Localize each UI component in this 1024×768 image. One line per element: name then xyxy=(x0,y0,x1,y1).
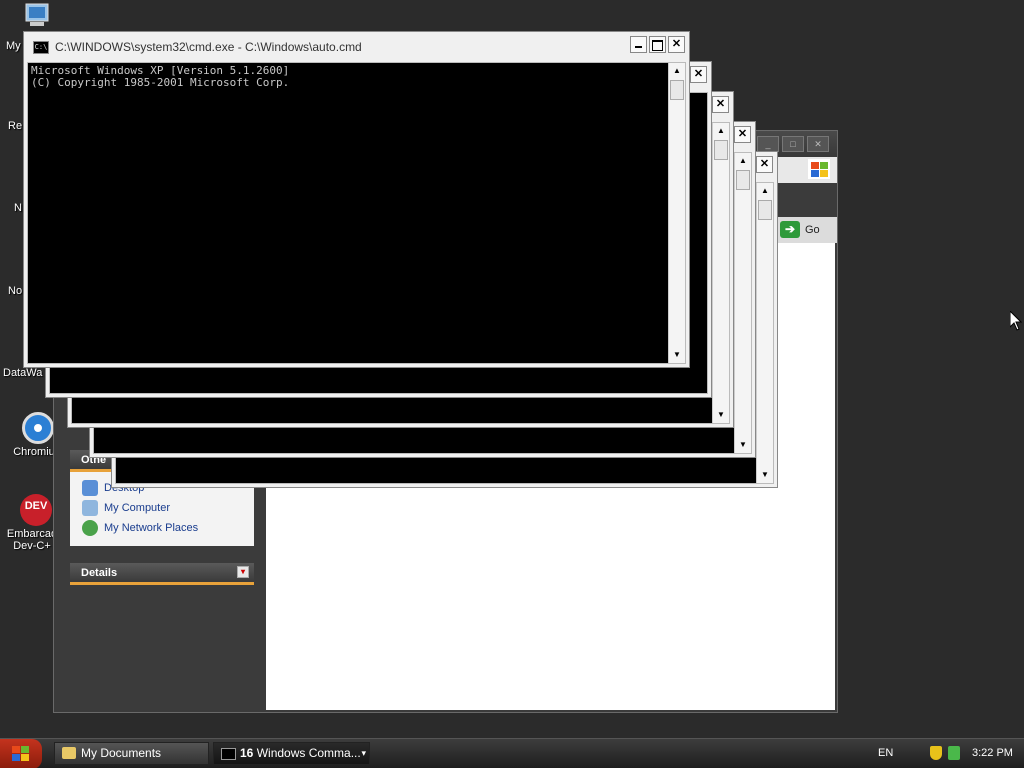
scroll-down-icon[interactable]: ▼ xyxy=(669,347,685,363)
console-output: Microsoft Windows XP [Version 5.1.2600](… xyxy=(31,65,289,89)
taskbar-task-count: 16 xyxy=(240,746,254,760)
computer-icon xyxy=(82,500,98,516)
chevron-down-icon: ▾ xyxy=(361,748,366,758)
scroll-down-icon[interactable]: ▼ xyxy=(735,437,751,453)
desktop-icon-my-computer[interactable]: My xyxy=(4,2,64,52)
start-button[interactable] xyxy=(0,739,42,768)
maximize-button[interactable]: □ xyxy=(782,136,804,152)
other-places-network-link[interactable]: My Network Places xyxy=(70,518,254,538)
cmd-titlebar[interactable]: C:\ C:\WINDOWS\system32\cmd.exe - C:\Win… xyxy=(24,32,689,62)
vertical-scrollbar[interactable]: ▲ ▼ xyxy=(734,153,751,453)
computer-icon xyxy=(22,2,52,28)
network-icon[interactable] xyxy=(948,746,960,760)
close-button[interactable]: ✕ xyxy=(712,96,729,113)
cmd-window-active[interactable]: C:\ C:\WINDOWS\system32\cmd.exe - C:\Win… xyxy=(23,31,690,368)
other-places-item-label: My Computer xyxy=(104,502,171,514)
taskbar: My Documents 16 Windows Comma... ▾ EN 3:… xyxy=(0,738,1024,768)
scroll-up-icon[interactable]: ▲ xyxy=(757,183,773,199)
desktop-icon-label: Embarcad Dev-C+ xyxy=(6,528,58,552)
scroll-up-icon[interactable]: ▲ xyxy=(669,63,685,79)
scroll-up-icon[interactable]: ▲ xyxy=(735,153,751,169)
taskbar-task-label: Windows Comma... xyxy=(256,746,361,760)
devcpp-badge: DEV xyxy=(24,500,48,512)
scroll-thumb[interactable] xyxy=(736,170,750,190)
system-tray: EN 3:22 PM xyxy=(864,739,1024,768)
minimize-button[interactable] xyxy=(630,36,647,53)
chromium-icon xyxy=(22,412,54,444)
close-button[interactable]: ✕ xyxy=(668,36,685,53)
details-title: Details xyxy=(81,567,118,579)
taskbar-task-group-cmd[interactable]: 16 Windows Comma... ▾ xyxy=(213,742,370,765)
desktop-icon-label: DataWa xyxy=(3,367,43,379)
details-header[interactable]: Details ▾ xyxy=(70,563,254,585)
windows-logo-icon xyxy=(12,746,30,762)
console-line: (C) Copyright 1985-2001 Microsoft Corp. xyxy=(31,76,290,89)
scroll-down-icon[interactable]: ▼ xyxy=(757,467,773,483)
mouse-cursor-icon xyxy=(1009,309,1023,334)
scroll-thumb[interactable] xyxy=(758,200,772,220)
close-button[interactable]: ✕ xyxy=(807,136,829,152)
go-arrow-icon: ➔ xyxy=(780,221,800,238)
minimize-button[interactable]: _ xyxy=(757,136,779,152)
go-label: Go xyxy=(805,223,820,236)
go-button[interactable]: ➔ Go xyxy=(780,221,820,238)
scroll-up-icon[interactable]: ▲ xyxy=(713,123,729,139)
desktop-icon-label: My xyxy=(6,40,21,52)
language-indicator[interactable]: EN xyxy=(878,747,893,759)
cmd-icon xyxy=(221,748,236,760)
window-controls: ✕ xyxy=(630,36,685,53)
desktop-icon xyxy=(82,480,98,496)
taskbar-task-label: My Documents xyxy=(81,746,162,760)
close-button[interactable]: ✕ xyxy=(756,156,773,173)
vertical-scrollbar[interactable]: ▲ ▼ xyxy=(756,183,773,483)
folder-icon xyxy=(62,747,76,759)
vertical-scrollbar[interactable]: ▲ ▼ xyxy=(712,123,729,423)
taskbar-task-my-documents[interactable]: My Documents xyxy=(54,742,209,765)
cmd-console[interactable]: Microsoft Windows XP [Version 5.1.2600](… xyxy=(27,62,686,364)
cmd-icon: C:\ xyxy=(33,41,49,54)
clock[interactable]: 3:22 PM xyxy=(972,747,1013,759)
other-places-item-label: My Network Places xyxy=(104,522,199,534)
scroll-thumb[interactable] xyxy=(670,80,684,100)
vertical-scrollbar[interactable]: ▲ ▼ xyxy=(668,63,685,363)
devcpp-icon: DEV xyxy=(20,494,52,526)
network-places-icon xyxy=(82,520,98,536)
cmd-window-title: C:\WINDOWS\system32\cmd.exe - C:\Windows… xyxy=(55,40,362,54)
scroll-thumb[interactable] xyxy=(714,140,728,160)
security-shield-icon[interactable] xyxy=(930,746,942,760)
other-places-my-computer-link[interactable]: My Computer xyxy=(70,498,254,518)
maximize-button[interactable] xyxy=(649,36,666,53)
scroll-down-icon[interactable]: ▼ xyxy=(713,407,729,423)
close-button[interactable]: ✕ xyxy=(734,126,751,143)
windows-logo-icon xyxy=(808,159,830,179)
explorer-window-controls: _ □ ✕ xyxy=(757,136,829,152)
details-panel: Details ▾ xyxy=(70,563,254,586)
chevron-down-icon[interactable]: ▾ xyxy=(237,566,249,578)
close-button[interactable]: ✕ xyxy=(690,66,707,83)
